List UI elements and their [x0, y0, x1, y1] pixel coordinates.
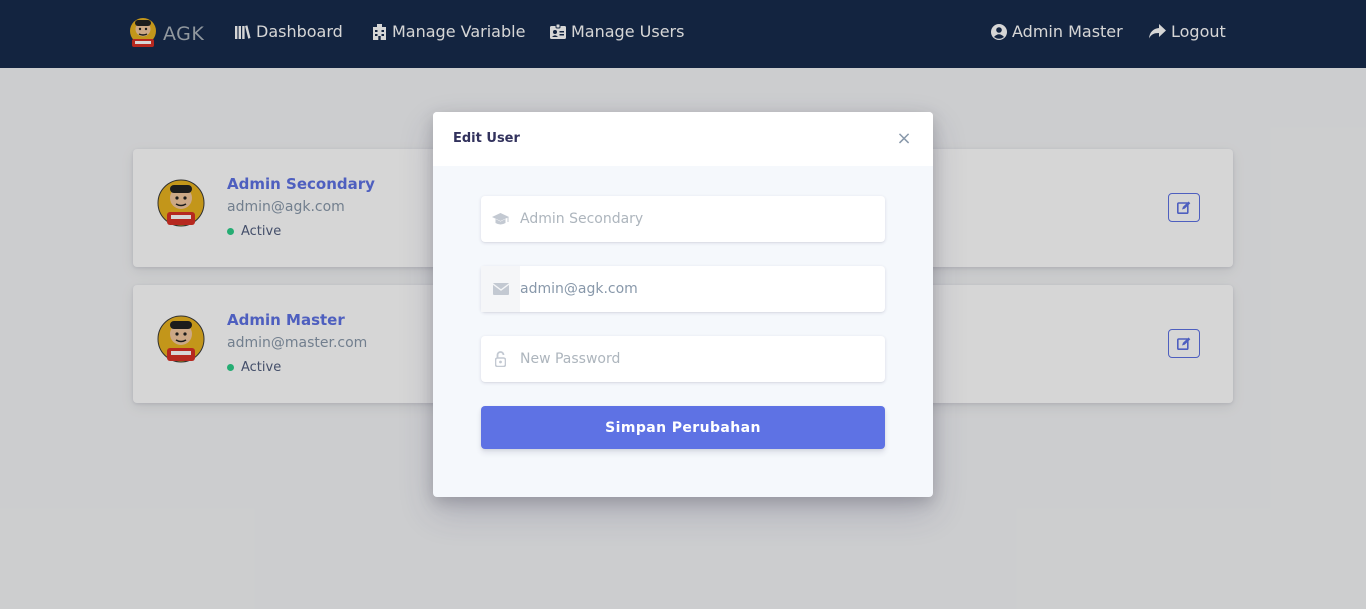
name-input[interactable] [520, 199, 870, 239]
modal-header: Edit User × [433, 112, 933, 166]
email-input[interactable] [520, 269, 870, 309]
unlock-icon [481, 336, 520, 382]
name-field[interactable] [481, 196, 885, 242]
close-icon[interactable]: × [896, 130, 912, 148]
graduation-cap-icon [481, 196, 520, 242]
save-changes-button[interactable]: Simpan Perubahan [481, 406, 885, 449]
edit-user-modal: Edit User × Admin Secondary admin@agk.co… [433, 112, 933, 497]
password-input[interactable] [520, 339, 870, 379]
password-field[interactable] [481, 336, 885, 382]
email-field[interactable] [481, 266, 885, 312]
envelope-icon [481, 266, 520, 312]
modal-title: Edit User [453, 131, 520, 146]
